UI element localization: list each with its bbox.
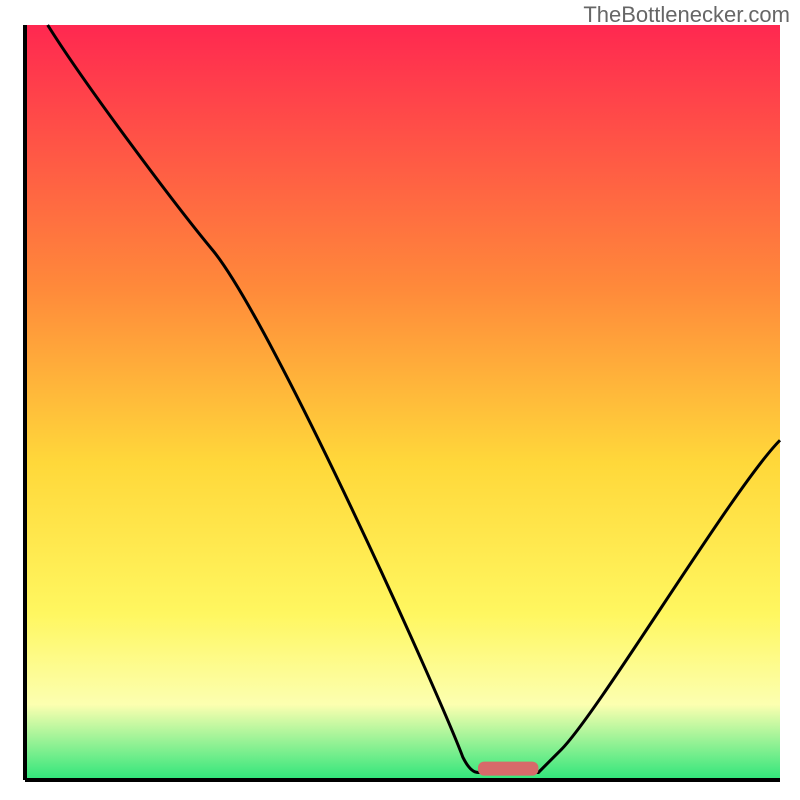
gradient-background: [25, 25, 780, 780]
bottleneck-chart: [0, 0, 800, 800]
watermark-text: TheBottlenecker.com: [583, 2, 790, 28]
optimal-marker: [478, 762, 538, 776]
chart-container: TheBottlenecker.com: [0, 0, 800, 800]
